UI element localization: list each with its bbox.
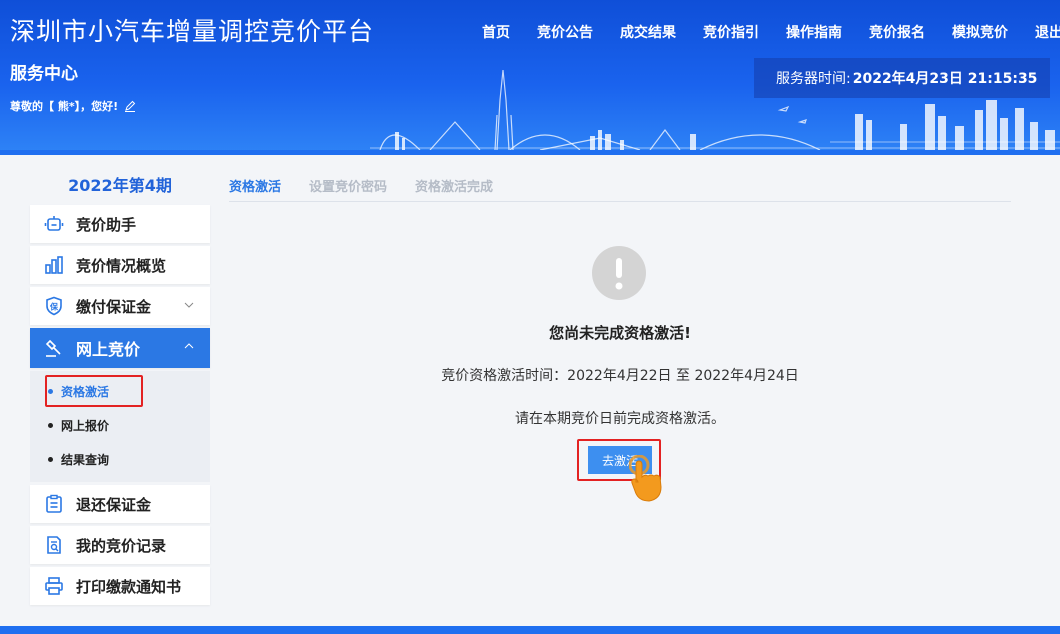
submenu-item-label: 结果查询 <box>61 452 110 467</box>
sidebar-item-label: 网上竞价 <box>76 340 141 359</box>
shield-bao-icon: 保 <box>44 296 64 316</box>
sidebar-item-print-payment-notice[interactable]: 打印缴款通知书 <box>30 567 210 605</box>
nav-simulation[interactable]: 模拟竞价 <box>952 22 1008 42</box>
bullet-dot <box>48 456 53 462</box>
nav-logout[interactable]: 退出 <box>1035 22 1060 42</box>
sidebar-item-bidding-overview[interactable]: 竞价情况概览 <box>30 246 210 284</box>
sidebar-menu: 竞价助手 竞价情况概览 保 缴付保证金 网上竞价 资格激活 网上报价 结果查询 … <box>30 205 210 608</box>
city-skyline-illustration <box>370 69 1060 150</box>
sidebar-item-label: 竞价助手 <box>76 215 137 234</box>
submenu-item-result-query[interactable]: 结果查询 <box>30 442 210 476</box>
gavel-icon <box>44 338 64 358</box>
printer-icon <box>44 576 64 596</box>
activation-time-text: 竞价资格激活时间：2022年4月22日 至 2022年4月24日 <box>441 368 799 384</box>
period-title: 2022年第4期 <box>68 176 172 195</box>
step-activation: 资格激活 <box>229 180 282 195</box>
sidebar-item-bidding-assistant[interactable]: 竞价助手 <box>30 205 210 243</box>
activation-notice: 请在本期竞价日前完成资格激活。 <box>515 411 725 427</box>
submenu-item-label: 网上报价 <box>61 418 110 433</box>
header-banner: 深圳市小汽车增量调控竞价平台 服务中心 尊敬的【 熊*】，您好! 首页 竞价公告… <box>0 0 1060 155</box>
header-divider <box>0 150 1060 155</box>
document-search-icon <box>44 535 64 555</box>
activation-steps: 资格激活 设置竞价密码 资格激活完成 <box>229 170 1011 202</box>
chevron-up-icon <box>184 343 194 349</box>
footer-bar <box>0 626 1060 634</box>
app-title: 深圳市小汽车增量调控竞价平台 <box>10 17 375 46</box>
sidebar-item-online-bidding[interactable]: 网上竞价 <box>30 328 210 368</box>
submenu-item-activation[interactable]: 资格激活 <box>30 374 210 408</box>
top-nav: 首页 竞价公告 成交结果 竞价指引 操作指南 竞价报名 模拟竞价 退出 <box>482 22 1060 42</box>
exclamation-icon <box>592 246 646 300</box>
nav-announcement[interactable]: 竞价公告 <box>537 22 593 42</box>
step-set-password: 设置竞价密码 <box>309 180 388 195</box>
clipboard-icon <box>44 494 64 514</box>
main-content: 资格激活 设置竞价密码 资格激活完成 您尚未完成资格激活! 竞价资格激活时间：2… <box>229 170 1011 502</box>
nav-registration[interactable]: 竞价报名 <box>869 22 925 42</box>
sidebar-item-label: 竞价情况概览 <box>76 256 167 275</box>
sidebar-item-label: 缴付保证金 <box>76 297 152 316</box>
bar-chart-icon <box>44 255 64 275</box>
sidebar-item-pay-deposit[interactable]: 保 缴付保证金 <box>30 287 210 325</box>
step-activation-complete: 资格激活完成 <box>415 180 494 195</box>
online-bidding-submenu: 资格激活 网上报价 结果查询 <box>30 371 210 482</box>
highlight-box <box>45 375 143 407</box>
nav-results[interactable]: 成交结果 <box>620 22 676 42</box>
sidebar-item-label: 退还保证金 <box>76 495 152 514</box>
nav-operation-guide[interactable]: 操作指南 <box>786 22 842 42</box>
sidebar-item-refund-deposit[interactable]: 退还保证金 <box>30 485 210 523</box>
robot-icon <box>44 214 64 234</box>
sidebar-item-label: 打印缴款通知书 <box>76 577 182 596</box>
pointing-hand-icon <box>629 455 662 502</box>
sidebar-item-label: 我的竞价记录 <box>76 536 167 555</box>
nav-guide[interactable]: 竞价指引 <box>703 22 759 42</box>
nav-home[interactable]: 首页 <box>482 22 510 42</box>
warning-title: 您尚未完成资格激活! <box>549 324 691 342</box>
submenu-item-online-quote[interactable]: 网上报价 <box>30 408 210 442</box>
chevron-down-icon <box>184 302 194 308</box>
svg-text:保: 保 <box>49 302 59 312</box>
bullet-dot <box>48 422 53 428</box>
sidebar-item-my-bidding-records[interactable]: 我的竞价记录 <box>30 526 210 564</box>
